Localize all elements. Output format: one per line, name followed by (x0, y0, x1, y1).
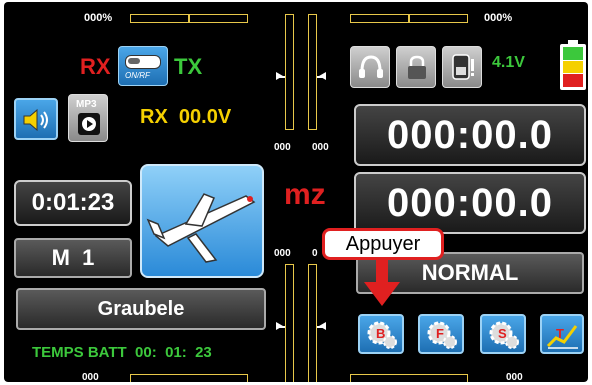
press-callout: Appuyer (322, 228, 444, 260)
trim-vert-right-top-value: 000 (312, 142, 329, 153)
voice-button[interactable] (14, 98, 58, 140)
settings-letter-t: T (556, 326, 564, 341)
timer-top[interactable]: 000:00.0 (354, 104, 586, 166)
settings-letter-f: F (436, 326, 444, 341)
settings-letter-s: S (498, 326, 507, 341)
arrow-down-icon (364, 258, 400, 306)
headset-icon (359, 55, 383, 78)
trim-top-right-percent: 000% (484, 12, 513, 24)
speaker-icon (23, 108, 48, 132)
headset-button[interactable] (350, 46, 390, 88)
settings-button-b[interactable]: B (358, 314, 404, 354)
airplane-icon (146, 193, 256, 263)
sim-button[interactable] (442, 46, 482, 88)
transmitter-screen: 000% 000% 000 000 000 0 000 000 RX ON/RF… (4, 2, 588, 382)
lock-icon (408, 55, 426, 79)
tx-voltage: 4.1V (492, 54, 525, 71)
trim-bottom-right-value: 000 (506, 372, 523, 382)
trim-bottom-right-bar[interactable] (350, 374, 468, 382)
trim-vert-left-bottom-value: 000 (274, 248, 291, 259)
settings-letter-b: B (376, 326, 386, 341)
trim-top-left-bar[interactable] (130, 14, 248, 23)
model-name[interactable]: Graubele (16, 288, 266, 330)
settings-button-s[interactable]: S (480, 314, 526, 354)
rx-label: RX (80, 54, 111, 79)
trim-vert-left-top[interactable] (285, 14, 294, 130)
settings-button-f[interactable]: F (418, 314, 464, 354)
model-memory[interactable]: M 1 (14, 238, 132, 278)
sim-card-icon (452, 54, 474, 80)
model-image[interactable] (140, 164, 264, 278)
trim-top-left-percent: 000% (84, 12, 113, 24)
battery-time: TEMPS BATT 00: 01: 23 (32, 344, 212, 361)
model-type-label: mz (284, 178, 326, 211)
battery-icon (560, 40, 588, 92)
trim-vert-right-bottom-value: 0 (312, 248, 318, 259)
mp3-label: MP3 (76, 99, 97, 110)
trim-top-right-bar[interactable] (350, 14, 468, 23)
model-time[interactable]: 0:01:23 (14, 180, 132, 226)
trim-vert-right-bottom[interactable] (308, 264, 317, 382)
trim-vert-left-bottom[interactable] (285, 264, 294, 382)
rf-switch-button[interactable]: ON/RF (118, 46, 168, 86)
play-icon (78, 113, 100, 135)
trim-bottom-left-value: 000 (82, 372, 99, 382)
rf-switch-label: ON/RF (125, 71, 150, 80)
toggle-icon (125, 55, 161, 69)
trim-vert-left-top-value: 000 (274, 142, 291, 153)
lock-button[interactable] (396, 46, 436, 88)
mp3-button[interactable]: MP3 (68, 94, 108, 142)
tx-label: TX (174, 54, 203, 79)
trim-bottom-left-bar[interactable] (130, 374, 248, 382)
settings-button-t[interactable]: T (540, 314, 584, 354)
trim-vert-right-top[interactable] (308, 14, 317, 130)
timer-bottom[interactable]: 000:00.0 (354, 172, 586, 234)
rx-voltage: RX 00.0V (140, 106, 232, 128)
